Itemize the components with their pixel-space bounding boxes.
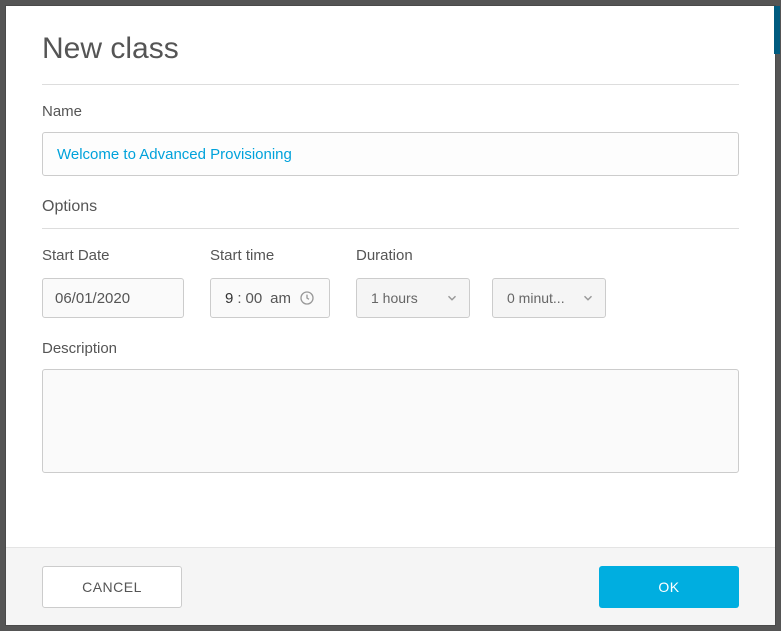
duration-minutes-value: 0 minut... (507, 290, 565, 306)
options-row: Start Date Start time 9 : 00 am (42, 247, 739, 318)
start-time-col: Start time 9 : 00 am (210, 247, 330, 318)
name-input[interactable] (42, 132, 739, 176)
divider (42, 228, 739, 229)
start-time-label: Start time (210, 247, 330, 264)
start-time-ampm: am (270, 290, 291, 307)
cancel-button[interactable]: CANCEL (42, 566, 182, 608)
start-date-input[interactable] (42, 278, 184, 318)
start-date-col: Start Date (42, 247, 184, 318)
divider (42, 84, 739, 85)
chevron-down-icon (445, 291, 459, 305)
chevron-down-icon (581, 291, 595, 305)
options-title: Options (42, 198, 739, 216)
new-class-dialog: New class Name Options Start Date Start … (5, 5, 776, 626)
dialog-title: New class (42, 32, 739, 66)
ok-button[interactable]: OK (599, 566, 739, 608)
duration-label: Duration (356, 247, 606, 264)
accent-strip (774, 6, 780, 54)
duration-hours-select[interactable]: 1 hours (356, 278, 470, 318)
duration-selects: 1 hours 0 minut... (356, 278, 606, 318)
start-time-minute: 00 (245, 290, 262, 307)
start-date-label: Start Date (42, 247, 184, 264)
duration-hours-value: 1 hours (371, 290, 418, 306)
name-label: Name (42, 103, 739, 120)
duration-minutes-select[interactable]: 0 minut... (492, 278, 606, 318)
description-textarea[interactable] (42, 369, 739, 473)
start-time-input[interactable]: 9 : 00 am (210, 278, 330, 318)
dialog-content: New class Name Options Start Date Start … (6, 6, 775, 547)
description-label: Description (42, 340, 739, 357)
time-colon: : (235, 290, 243, 307)
start-time-hour: 9 (225, 290, 233, 307)
clock-icon (299, 290, 315, 306)
dialog-footer: CANCEL OK (6, 547, 775, 625)
duration-col: Duration 1 hours 0 minut... (356, 247, 606, 318)
